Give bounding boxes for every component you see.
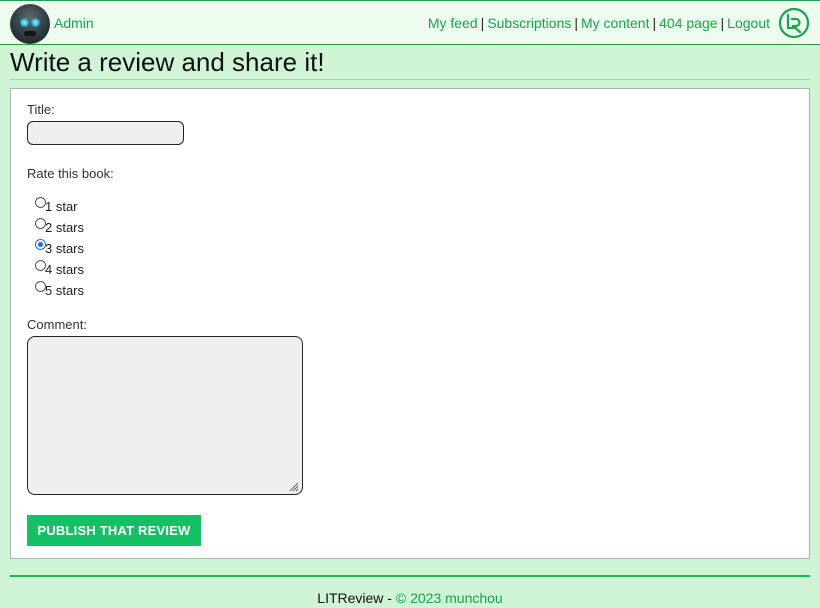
rating-label: Rate this book:	[27, 166, 114, 181]
rating-option-2[interactable]: 2 stars	[35, 218, 115, 236]
avatar-eye-left	[20, 18, 29, 27]
nav-logout[interactable]: Logout	[727, 15, 770, 31]
footer-dash: -	[383, 590, 396, 606]
main-nav: My feed | Subscriptions | My content | 404 pag…	[428, 15, 770, 31]
nav-separator: |	[480, 15, 485, 31]
rating-option-label: 1 star	[45, 199, 78, 214]
review-form: Title: Rate this book: 1 star 2 stars 3 …	[10, 88, 810, 559]
title-input[interactable]	[27, 121, 184, 145]
rating-option-4[interactable]: 4 stars	[35, 260, 115, 278]
footer-copyright-link[interactable]: © 2023 munchou	[396, 590, 503, 606]
comment-textarea[interactable]	[27, 336, 303, 495]
avatar-eye-right	[31, 18, 40, 27]
avatar[interactable]	[10, 4, 50, 44]
rating-option-label: 2 stars	[45, 220, 85, 235]
page-title: Write a review and share it!	[10, 47, 325, 77]
lr-logo-icon[interactable]	[778, 7, 810, 39]
nav-separator: |	[652, 15, 657, 31]
top-navbar: Admin My feed | Subscriptions | My content | 4…	[0, 0, 820, 45]
nav-separator: |	[574, 15, 578, 31]
footer-divider	[10, 575, 810, 577]
nav-separator: |	[720, 15, 725, 31]
rating-option-label: 3 stars	[45, 241, 85, 256]
title-divider	[10, 79, 810, 80]
username-link[interactable]: Admin	[54, 15, 94, 31]
nav-my-content[interactable]: My content	[581, 15, 649, 31]
footer-brand: LITReview	[317, 590, 384, 606]
rating-option-3[interactable]: 3 stars	[35, 239, 115, 257]
publish-review-button[interactable]: PUBLISH THAT REVIEW	[27, 515, 201, 546]
avatar-mouth	[24, 31, 36, 36]
rating-option-1[interactable]: 1 star	[35, 197, 115, 215]
rating-option-5[interactable]: 5 stars	[35, 281, 115, 299]
comment-label: Comment:	[27, 317, 87, 332]
rating-option-label: 4 stars	[45, 262, 85, 277]
resize-grip-icon[interactable]	[287, 480, 299, 492]
title-label: Title:	[27, 102, 55, 117]
nav-my-feed[interactable]: My feed	[428, 15, 478, 31]
nav-subscriptions[interactable]: Subscriptions	[487, 15, 571, 31]
footer: LITReview - © 2023 munchou	[0, 590, 820, 606]
nav-404-page[interactable]: 404 page	[659, 15, 717, 31]
rating-option-label: 5 stars	[45, 283, 85, 298]
